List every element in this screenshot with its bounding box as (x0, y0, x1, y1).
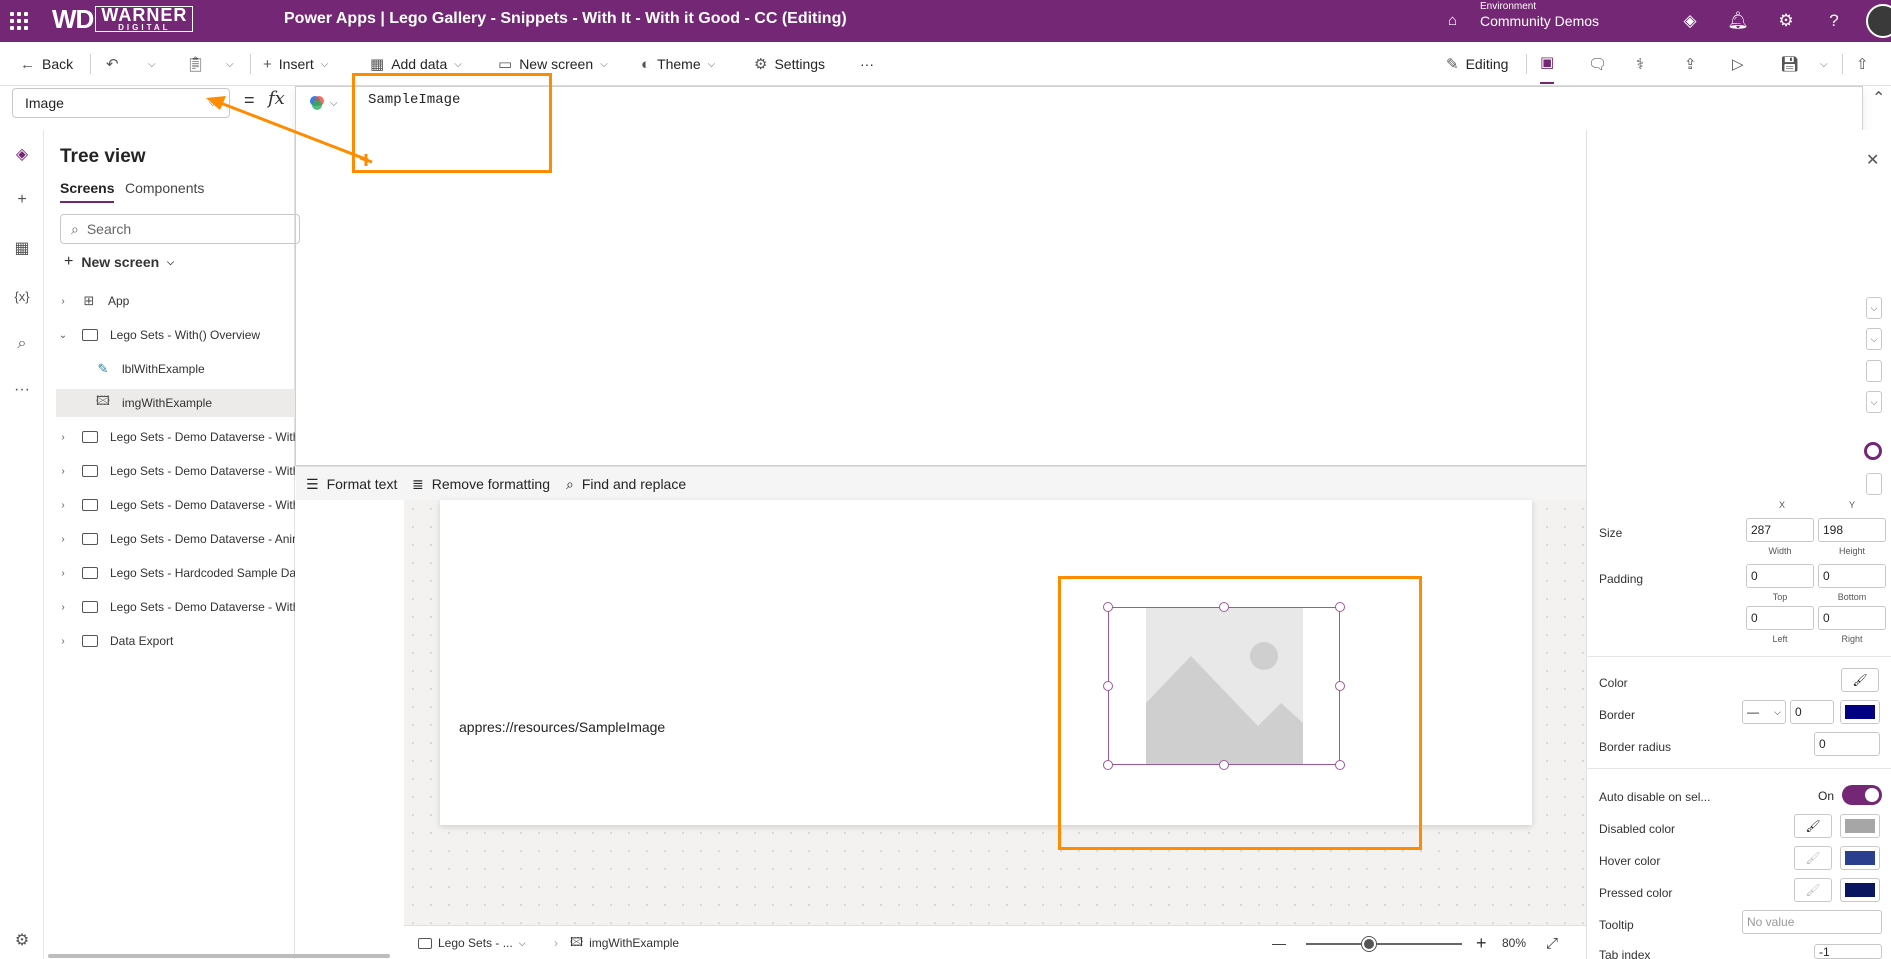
annotation-arrow (206, 96, 373, 166)
